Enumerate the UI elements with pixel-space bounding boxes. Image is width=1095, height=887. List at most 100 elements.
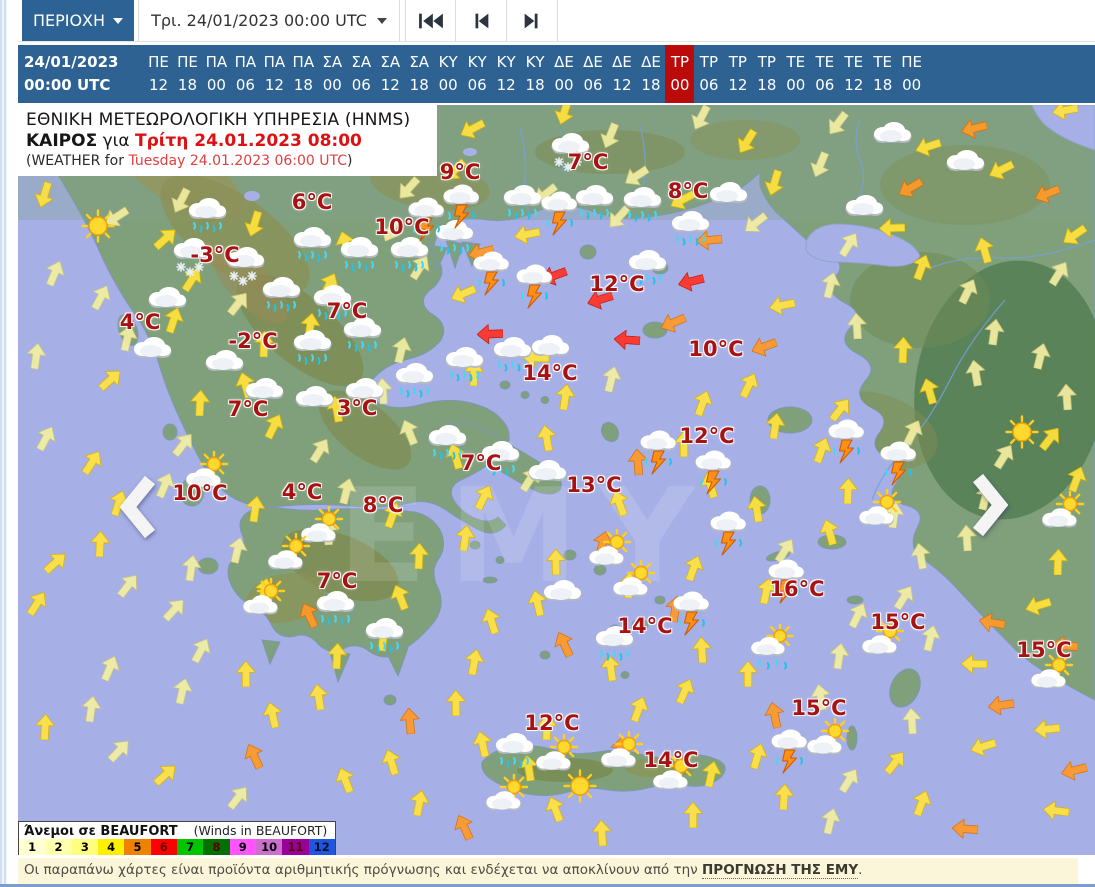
beaufort-cell: 8 bbox=[203, 839, 230, 855]
timeline-slot-hour: 18 bbox=[757, 76, 777, 94]
timeline-date: 24/01/2023 bbox=[24, 53, 119, 71]
page-left-stripe bbox=[0, 0, 7, 887]
timeline-slot[interactable]: ΣΑ 00 bbox=[318, 45, 347, 103]
beaufort-cell: 9 bbox=[229, 839, 256, 855]
timeline-slot[interactable]: ΤΡ 18 bbox=[752, 45, 781, 103]
timeline-slot[interactable]: ΤΕ 18 bbox=[868, 45, 897, 103]
weather-map: ΕΜΥ 9°C7°C6°C8°C10°C-3°C12°C7°C4°C-2°C10… bbox=[18, 105, 1095, 855]
timeline-slot-day: ΠΑ bbox=[205, 53, 228, 71]
beaufort-cell: 1 bbox=[19, 839, 46, 855]
timeline-slot[interactable]: ΠΑ 12 bbox=[260, 45, 289, 103]
timeline-slot[interactable]: ΔΕ 00 bbox=[550, 45, 579, 103]
disclaimer-bar: Οι παραπάνω χάρτες είναι προϊόντα αριθμη… bbox=[18, 858, 1078, 884]
timeline-slot[interactable]: ΚΥ 18 bbox=[521, 45, 550, 103]
map-title-agency: ΕΘΝΙΚΗ ΜΕΤΕΩΡΟΛΟΓΙΚΗ ΥΠΗΡΕΣΙΑ (HNMS) bbox=[26, 110, 411, 130]
timeline-slot-day: ΣΑ bbox=[380, 53, 401, 71]
toolbar: ΠΕΡΙΟΧΗ Τρι. 24/01/2023 00:00 UTC bbox=[18, 0, 1095, 42]
timeline-slot[interactable]: ΤΡ 00 bbox=[665, 45, 695, 103]
timeline-slot-hour: 06 bbox=[351, 76, 371, 94]
timeline-slot[interactable]: ΣΑ 06 bbox=[347, 45, 376, 103]
previous-map-button[interactable] bbox=[120, 473, 158, 541]
timeline-slot[interactable]: ΚΥ 00 bbox=[434, 45, 463, 103]
timeline-slot-hour: 00 bbox=[206, 76, 226, 94]
timeline-slot-hour: 06 bbox=[699, 76, 719, 94]
datetime-dropdown-label: Τρι. 24/01/2023 00:00 UTC bbox=[151, 11, 367, 30]
timeline-slot-hour: 12 bbox=[496, 76, 516, 94]
timeline-slot-day: ΔΕ bbox=[583, 53, 603, 71]
timeline-time: 00:00 UTC bbox=[24, 76, 111, 94]
timeline-slot[interactable]: ΣΑ 18 bbox=[405, 45, 434, 103]
timeline-slot[interactable]: ΚΥ 12 bbox=[492, 45, 521, 103]
region-dropdown-label: ΠΕΡΙΟΧΗ bbox=[32, 11, 106, 30]
timeline-slot-hour: 06 bbox=[583, 76, 603, 94]
timeline-slot-hour: 18 bbox=[873, 76, 893, 94]
timeline-slot[interactable]: ΔΕ 18 bbox=[636, 45, 665, 103]
timeline-slot-day: ΚΥ bbox=[525, 53, 545, 71]
timeline-slot-hour: 00 bbox=[786, 76, 806, 94]
timeline-slot[interactable]: ΔΕ 06 bbox=[579, 45, 608, 103]
timeline-slot-hour: 00 bbox=[322, 76, 342, 94]
timeline-slot-hour: 12 bbox=[612, 76, 632, 94]
timeline-slot[interactable]: ΚΥ 06 bbox=[463, 45, 492, 103]
wind-legend: Άνεμοι σε BEAUFORT (Winds in BEAUFORT) 1… bbox=[18, 821, 336, 855]
timeline-slot-hour: 00 bbox=[438, 76, 458, 94]
timeline-slot-day: ΠΑ bbox=[234, 53, 257, 71]
timeline-slot-hour: 12 bbox=[380, 76, 400, 94]
time-nav-group bbox=[405, 0, 558, 41]
timeline-slot-hour: 18 bbox=[409, 76, 429, 94]
skip-to-first-button[interactable] bbox=[405, 0, 456, 41]
timeline-slot[interactable]: ΔΕ 12 bbox=[608, 45, 637, 103]
timeline-slot-day: ΔΕ bbox=[554, 53, 574, 71]
timeline-slot[interactable]: ΤΡ 12 bbox=[723, 45, 752, 103]
timeline-current-datetime: 24/01/2023 00:00 UTC bbox=[24, 51, 118, 97]
timeline-slot[interactable]: ΠΑ 00 bbox=[202, 45, 231, 103]
timeline-slot-day: ΣΑ bbox=[409, 53, 430, 71]
timeline-slot-hour: 18 bbox=[177, 76, 197, 94]
timeline-slot-hour: 18 bbox=[293, 76, 313, 94]
timeline-slot[interactable]: ΠΕ 00 bbox=[897, 45, 926, 103]
timeline-slot-day: ΤΕ bbox=[786, 53, 806, 71]
timeline-slot[interactable]: ΠΑ 18 bbox=[289, 45, 318, 103]
datetime-dropdown-button[interactable]: Τρι. 24/01/2023 00:00 UTC bbox=[138, 0, 400, 41]
timeline-slot-day: ΠΑ bbox=[292, 53, 315, 71]
timeline-slot[interactable]: ΠΑ 06 bbox=[231, 45, 260, 103]
timeline-slot-day: ΔΕ bbox=[641, 53, 661, 71]
timeline-slot-hour: 18 bbox=[525, 76, 545, 94]
timeline-slot[interactable]: ΠΕ 12 bbox=[144, 45, 173, 103]
timeline-slot-day: ΤΡ bbox=[728, 53, 747, 71]
timeline-slot-hour: 18 bbox=[641, 76, 661, 94]
timeline-slot[interactable]: ΤΕ 06 bbox=[810, 45, 839, 103]
timeline-slot-hour: 12 bbox=[148, 76, 169, 94]
page: ΠΕΡΙΟΧΗ Τρι. 24/01/2023 00:00 UTC 24/01/… bbox=[0, 0, 1095, 887]
timeline-slot-day: ΔΕ bbox=[612, 53, 632, 71]
chevron-left-icon bbox=[120, 475, 156, 539]
timeline-slot-day: ΠΑ bbox=[263, 53, 286, 71]
timeline-slots: ΠΕ 12 ΠΕ 18 ΠΑ 00 ΠΑ 06 ΠΑ 12 ΠΑ 18 ΣΑ 00 ΣΑ 06 ΣΑ 12 ΣΑ 18… bbox=[144, 45, 926, 103]
timeline-slot-day: ΤΕ bbox=[873, 53, 893, 71]
timeline-slot[interactable]: ΤΕ 12 bbox=[839, 45, 868, 103]
timeline-slot-hour: 12 bbox=[844, 76, 864, 94]
timeline-slot[interactable]: ΣΑ 12 bbox=[376, 45, 405, 103]
next-map-button[interactable] bbox=[970, 471, 1008, 539]
beaufort-cell: 4 bbox=[97, 839, 125, 855]
step-back-button[interactable] bbox=[456, 0, 507, 41]
timeline-slot[interactable]: ΤΡ 06 bbox=[694, 45, 723, 103]
timeline-slot-day: ΤΡ bbox=[757, 53, 776, 71]
timeline-slot-day: ΣΑ bbox=[322, 53, 343, 71]
timeline-slot-hour: 00 bbox=[670, 76, 690, 94]
emy-forecast-link[interactable]: ΠΡΟΓΝΩΣΗ ΤΗΣ ΕΜΥ bbox=[702, 862, 859, 879]
timeline-slot-hour: 12 bbox=[728, 76, 748, 94]
timeline-slot-hour: 06 bbox=[815, 76, 835, 94]
chevron-down-icon bbox=[113, 17, 124, 24]
timeline-slot-day: ΤΡ bbox=[670, 53, 690, 71]
beaufort-cell: 12 bbox=[308, 839, 335, 855]
region-dropdown-button[interactable]: ΠΕΡΙΟΧΗ bbox=[22, 0, 134, 41]
timeline-slot[interactable]: ΠΕ 18 bbox=[173, 45, 202, 103]
map-base bbox=[18, 105, 1095, 855]
step-forward-button[interactable] bbox=[507, 0, 558, 41]
beaufort-cell: 3 bbox=[71, 839, 98, 855]
timeline-slot-hour: 12 bbox=[264, 76, 284, 94]
timeline-slot-day: ΤΡ bbox=[699, 53, 718, 71]
timeline-slot[interactable]: ΤΕ 00 bbox=[781, 45, 810, 103]
legend-title-en: (Winds in BEAUFORT) bbox=[193, 823, 328, 838]
